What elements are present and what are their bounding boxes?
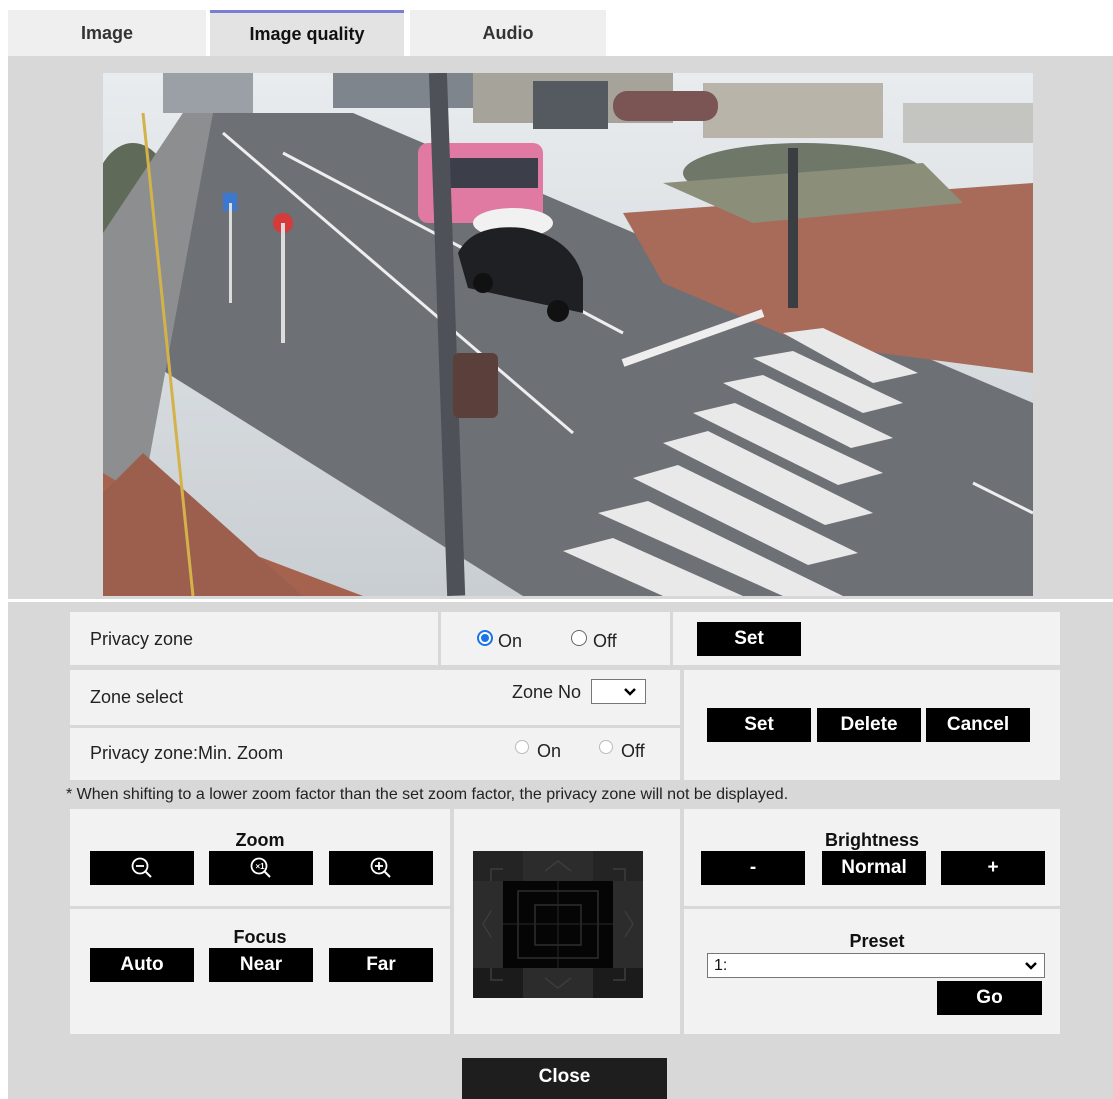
focus-far-button[interactable]: Far — [329, 948, 433, 982]
ptz-control-pad[interactable] — [473, 851, 643, 998]
brightness-title: Brightness — [824, 830, 920, 850]
zoom-out-button[interactable] — [90, 851, 194, 885]
privacy-zone-radio-cell — [441, 612, 670, 665]
privacy-zone-label: Privacy zone — [90, 629, 194, 649]
min-zoom-off-label: Off — [621, 741, 645, 761]
tab-image[interactable]: Image — [8, 10, 206, 56]
preset-select[interactable]: 1: — [707, 953, 1045, 978]
zoom-out-icon — [131, 857, 152, 878]
focus-near-button[interactable]: Near — [209, 948, 313, 982]
close-button[interactable]: Close — [462, 1058, 667, 1099]
focus-auto-button[interactable]: Auto — [90, 948, 194, 982]
zone-select-label: Zone select — [90, 687, 184, 707]
min-zoom-on-radio[interactable] — [515, 740, 529, 754]
brightness-normal-button[interactable]: Normal — [822, 851, 926, 885]
min-zoom-on-label: On — [537, 741, 562, 761]
svg-text:×1: ×1 — [256, 862, 266, 871]
chevron-down-icon — [624, 688, 636, 696]
ptz-pad-graphic — [473, 851, 643, 998]
min-zoom-label: Privacy zone:Min. Zoom — [90, 743, 284, 763]
min-zoom-off-radio[interactable] — [599, 740, 613, 754]
zone-set-button[interactable]: Set — [707, 708, 811, 742]
tab-image-quality[interactable]: Image quality — [210, 10, 404, 56]
focus-title: Focus — [233, 927, 287, 947]
privacy-zone-on-label: On — [498, 631, 523, 651]
preset-go-button[interactable]: Go — [937, 981, 1042, 1015]
zoom-reset-icon: ×1 — [250, 857, 271, 878]
brightness-plus-button[interactable]: + — [941, 851, 1045, 885]
brightness-minus-button[interactable]: - — [701, 851, 805, 885]
privacy-zone-on-radio[interactable] — [477, 630, 493, 646]
zone-no-select[interactable] — [591, 679, 646, 704]
street-scene-image — [103, 73, 1033, 596]
zone-no-label: Zone No — [512, 682, 582, 702]
camera-live-image[interactable] — [103, 73, 1033, 596]
zoom-in-icon — [370, 857, 391, 878]
divider — [8, 599, 1113, 602]
zoom-reset-button[interactable]: ×1 — [209, 851, 313, 885]
zoom-note: * When shifting to a lower zoom factor t… — [66, 786, 789, 803]
preset-selected-value: 1: — [714, 957, 728, 974]
zoom-title: Zoom — [235, 830, 285, 850]
zone-cancel-button[interactable]: Cancel — [926, 708, 1030, 742]
chevron-down-icon — [1025, 962, 1037, 970]
zone-delete-button[interactable]: Delete — [817, 708, 921, 742]
privacy-zone-off-label: Off — [593, 631, 617, 651]
tab-bar: Image Image quality Audio — [0, 0, 1113, 56]
privacy-zone-off-radio[interactable] — [571, 630, 587, 646]
tab-audio[interactable]: Audio — [410, 10, 606, 56]
zoom-in-button[interactable] — [329, 851, 433, 885]
preset-title: Preset — [849, 931, 905, 951]
privacy-zone-set-button[interactable]: Set — [697, 622, 801, 656]
